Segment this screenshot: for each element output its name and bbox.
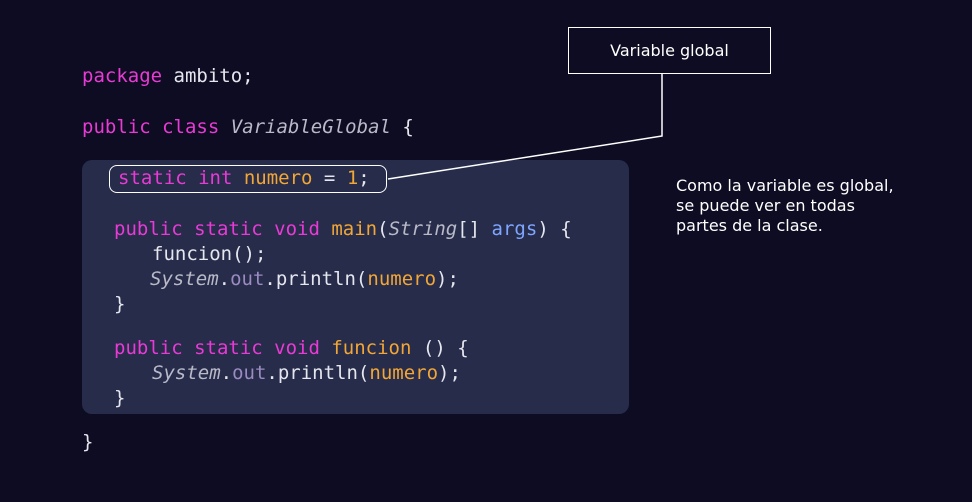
explanation-text: Como la variable es global, se puede ver… [676,176,894,236]
code-line-main-close: } [114,293,126,315]
explanation-line-3: partes de la clase. [676,216,823,235]
code-line-field: static int numero = 1; [118,167,370,189]
explanation-line-1: Como la variable es global, [676,176,894,195]
code-line-call: funcion(); [152,243,267,265]
code-line-println-1: System.out.println(numero); [150,268,459,290]
code-line-class-close: } [82,431,94,453]
code-line-funcion-signature: public static void funcion () { [114,337,469,359]
explanation-line-2: se puede ver en todas [676,196,855,215]
code-line-class: public class VariableGlobal { [82,116,414,138]
code-line-package: package ambito; [82,65,254,87]
code-line-main-signature: public static void main(String[] args) { [114,218,572,240]
callout-text: Variable global [610,41,729,60]
code-line-println-2: System.out.println(numero); [152,362,461,384]
callout-label: Variable global [568,27,771,74]
code-line-funcion-close: } [114,387,126,409]
